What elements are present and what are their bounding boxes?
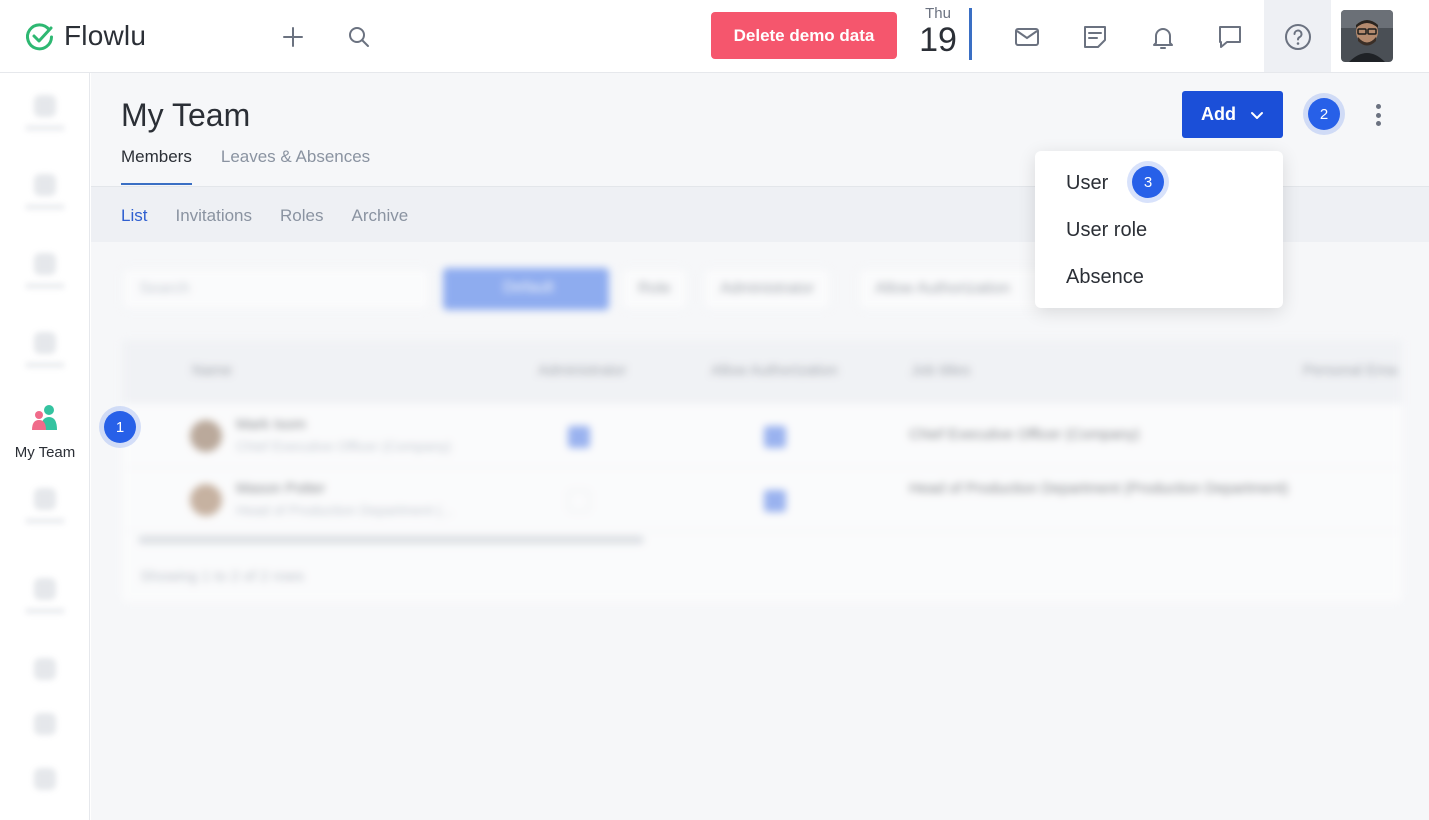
administrator-checkbox[interactable] [568, 490, 590, 512]
step-marker-1: 1 [104, 411, 136, 443]
tab-members[interactable]: Members [121, 147, 192, 185]
filter-chip-administrator[interactable]: Administrator [703, 268, 832, 310]
column-header-administrator[interactable]: Administrator [538, 362, 626, 379]
subnav-roles[interactable]: Roles [280, 206, 323, 226]
subnav-archive[interactable]: Archive [351, 206, 408, 226]
sidebar-item-my-team[interactable]: My Team [0, 403, 90, 461]
help-icon[interactable] [1283, 22, 1313, 52]
table-row[interactable]: Mark Isom Chief Executive Officer (Compa… [122, 404, 1402, 468]
members-table-area: Search Default Role Administrator Allow … [91, 248, 1429, 820]
date-day-of-week: Thu [925, 5, 951, 22]
pagination-info: Showing 1 to 2 of 2 rows [140, 568, 305, 585]
filter-chip-role[interactable]: Role [621, 268, 688, 310]
plus-icon[interactable] [280, 24, 306, 50]
sidebar-item-blurred-2[interactable] [25, 174, 65, 210]
allow-authorization-checkbox[interactable] [764, 490, 786, 512]
search-input[interactable]: Search [122, 268, 430, 310]
step-marker-2: 2 [1308, 98, 1340, 130]
member-job-title: Head of Production Department (Productio… [909, 480, 1289, 497]
avatar [190, 484, 222, 516]
column-header-personal-email[interactable]: Personal Ema [1303, 362, 1397, 379]
table-row[interactable]: Mason Potter Head of Production Departme… [122, 468, 1402, 532]
sidebar-item-blurred-4[interactable] [25, 332, 65, 368]
delete-demo-data-button[interactable]: Delete demo data [711, 12, 897, 59]
more-options-icon[interactable] [1374, 104, 1382, 126]
sidebar-item-label: My Team [14, 444, 76, 461]
chat-icon[interactable] [1215, 22, 1245, 52]
top-bar: Flowlu Delete demo data Thu 19 [0, 0, 1429, 73]
column-header-job-titles[interactable]: Job titles [911, 362, 970, 379]
search-icon[interactable] [346, 24, 372, 50]
column-header-name[interactable]: Name [192, 362, 232, 379]
logo-text: Flowlu [64, 20, 147, 51]
filter-chip-allow-authorization[interactable]: Allow Authorization [858, 268, 1048, 310]
sidebar-item-blurred-6[interactable] [25, 578, 65, 614]
logo-check-icon [26, 23, 53, 51]
horizontal-scrollbar[interactable] [138, 536, 644, 544]
member-job-title: Chief Executive Officer (Company) [909, 426, 1140, 443]
sidebar-item-blurred-8[interactable] [30, 713, 60, 743]
date-divider [969, 8, 972, 60]
page-tabs: Members Leaves & Absences [121, 147, 370, 185]
sidebar-item-blurred-7[interactable] [30, 658, 60, 688]
filter-button[interactable]: Default [443, 268, 609, 310]
menu-item-user[interactable]: User [1066, 172, 1108, 195]
add-button[interactable]: Add [1182, 91, 1283, 138]
subnav-list[interactable]: List [121, 206, 147, 226]
member-subtitle: Head of Production Department (... [236, 502, 454, 518]
date-widget[interactable]: Thu 19 [918, 5, 958, 59]
sidebar: My Team [0, 73, 90, 820]
date-day-number: 19 [919, 21, 957, 59]
add-button-label: Add [1201, 104, 1236, 124]
subnav-invitations[interactable]: Invitations [175, 206, 252, 226]
team-icon [32, 405, 57, 430]
step-marker-3: 3 [1132, 166, 1164, 198]
sidebar-item-blurred-3[interactable] [25, 253, 65, 289]
table-header: Name Administrator Allow Authorization J… [122, 340, 1402, 404]
bell-icon[interactable] [1148, 22, 1178, 52]
avatar [190, 420, 222, 452]
chevron-down-icon [1251, 111, 1263, 119]
page-title: My Team [121, 97, 251, 133]
sidebar-item-blurred-9[interactable] [30, 768, 60, 798]
tab-leaves-absences[interactable]: Leaves & Absences [221, 147, 370, 185]
member-name: Mark Isom [236, 416, 307, 433]
member-subtitle: Chief Executive Officer (Company) [236, 438, 452, 454]
sidebar-item-blurred-1[interactable] [25, 95, 65, 131]
column-header-allow-authorization[interactable]: Allow Authorization [711, 362, 838, 379]
member-name: Mason Potter [236, 480, 326, 497]
mail-icon[interactable] [1012, 22, 1042, 52]
menu-item-user-role[interactable]: User role [1066, 219, 1147, 242]
sidebar-item-blurred-5[interactable] [25, 488, 65, 524]
menu-item-absence[interactable]: Absence [1066, 266, 1144, 289]
notes-icon[interactable] [1080, 22, 1110, 52]
logo[interactable]: Flowlu [24, 20, 146, 52]
user-avatar[interactable] [1341, 10, 1393, 62]
allow-authorization-checkbox[interactable] [764, 426, 786, 448]
administrator-checkbox[interactable] [568, 426, 590, 448]
members-table: Name Administrator Allow Authorization J… [122, 340, 1402, 602]
add-dropdown-menu: User User role Absence 3 [1035, 151, 1283, 308]
